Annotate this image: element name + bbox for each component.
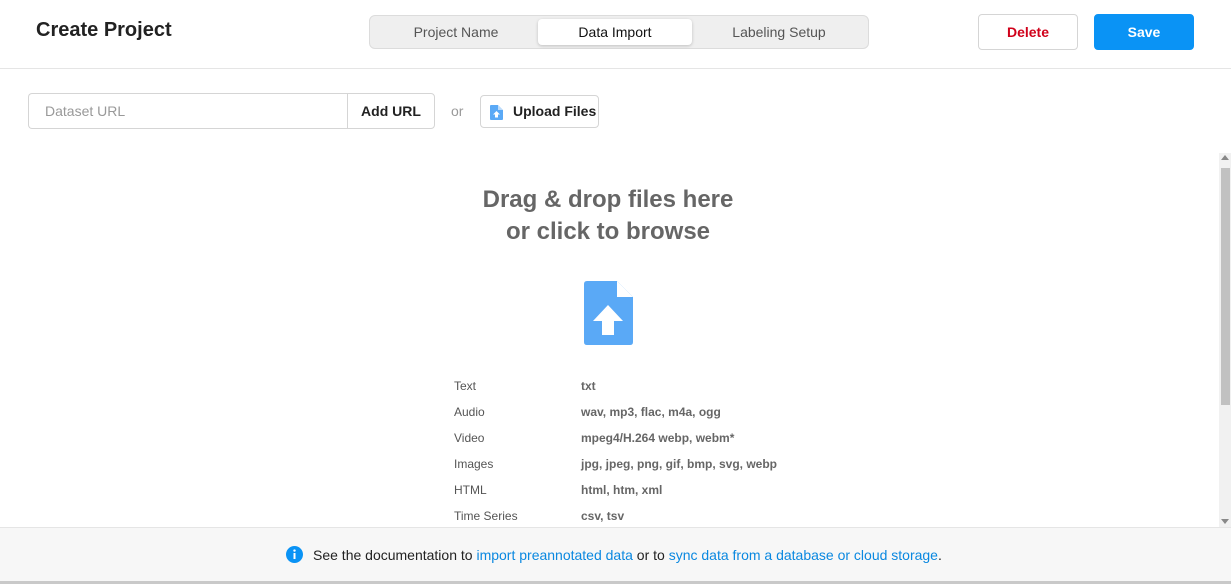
file-type-extensions: jpg, jpeg, png, gif, bmp, svg, webp [581, 457, 777, 471]
file-type-extensions: csv, tsv [581, 509, 625, 523]
footer-text-after: . [937, 547, 942, 563]
upload-files-label: Upload Files [513, 103, 597, 119]
header: Create Project Project Name Data Import … [0, 0, 1231, 69]
file-type-name: Images [454, 457, 494, 471]
scrollbar-thumb[interactable] [1221, 168, 1230, 405]
file-type-name: HTML [454, 483, 487, 497]
dataset-url-input[interactable] [28, 93, 348, 129]
dropzone-title-line1: Drag & drop files here [482, 186, 734, 213]
dropzone[interactable]: Drag & drop files here or click to brows… [0, 150, 1219, 527]
footer-text-middle: or to [632, 547, 669, 563]
file-type-row: Time Series csv, tsv [454, 509, 854, 529]
page-title: Create Project [36, 19, 172, 41]
or-label: or [451, 103, 464, 119]
add-url-button[interactable]: Add URL [347, 93, 435, 129]
tab-data-import[interactable]: Data Import [538, 19, 692, 45]
file-type-name: Audio [454, 405, 485, 419]
step-tabs: Project Name Data Import Labeling Setup [369, 15, 869, 49]
file-type-name: Text [454, 379, 477, 393]
file-type-row: Images jpg, jpeg, png, gif, bmp, svg, we… [454, 457, 854, 477]
file-upload-icon [584, 281, 633, 345]
dropzone-title: Drag & drop files here or click to brows… [0, 184, 1216, 248]
footer-text-before: See the documentation to [313, 547, 477, 563]
file-upload-icon [490, 105, 503, 120]
info-icon [286, 546, 303, 563]
file-type-row: Audio wav, mp3, flac, m4a, ogg [454, 405, 854, 425]
file-type-name: Time Series [454, 509, 518, 523]
scrollbar[interactable] [1219, 153, 1231, 527]
save-button[interactable]: Save [1094, 14, 1194, 50]
dropzone-title-line2: or click to browse [505, 218, 711, 245]
import-preannotated-data-link[interactable]: import preannotated data [476, 547, 632, 563]
scroll-down-arrow-icon[interactable] [1221, 519, 1229, 524]
tab-labeling-setup[interactable]: Labeling Setup [696, 19, 862, 45]
delete-button[interactable]: Delete [978, 14, 1078, 50]
file-type-name: Video [454, 431, 485, 445]
file-type-row: HTML html, htm, xml [454, 483, 854, 503]
file-type-row: Video mpeg4/H.264 webp, webm* [454, 431, 854, 451]
footer-text: See the documentation to import preannot… [313, 547, 942, 563]
file-type-row: Text txt [454, 379, 854, 399]
upload-files-button[interactable]: Upload Files [480, 95, 599, 128]
file-type-extensions: wav, mp3, flac, m4a, ogg [581, 405, 721, 419]
sync-data-storage-link[interactable]: sync data from a database or cloud stora… [669, 547, 938, 563]
scroll-up-arrow-icon[interactable] [1221, 155, 1229, 160]
file-type-extensions: html, htm, xml [581, 483, 663, 497]
file-type-extensions: mpeg4/H.264 webp, webm* [581, 431, 735, 445]
file-type-extensions: txt [581, 379, 596, 393]
footer-info-bar: See the documentation to import preannot… [0, 527, 1231, 584]
tab-project-name[interactable]: Project Name [374, 19, 538, 45]
